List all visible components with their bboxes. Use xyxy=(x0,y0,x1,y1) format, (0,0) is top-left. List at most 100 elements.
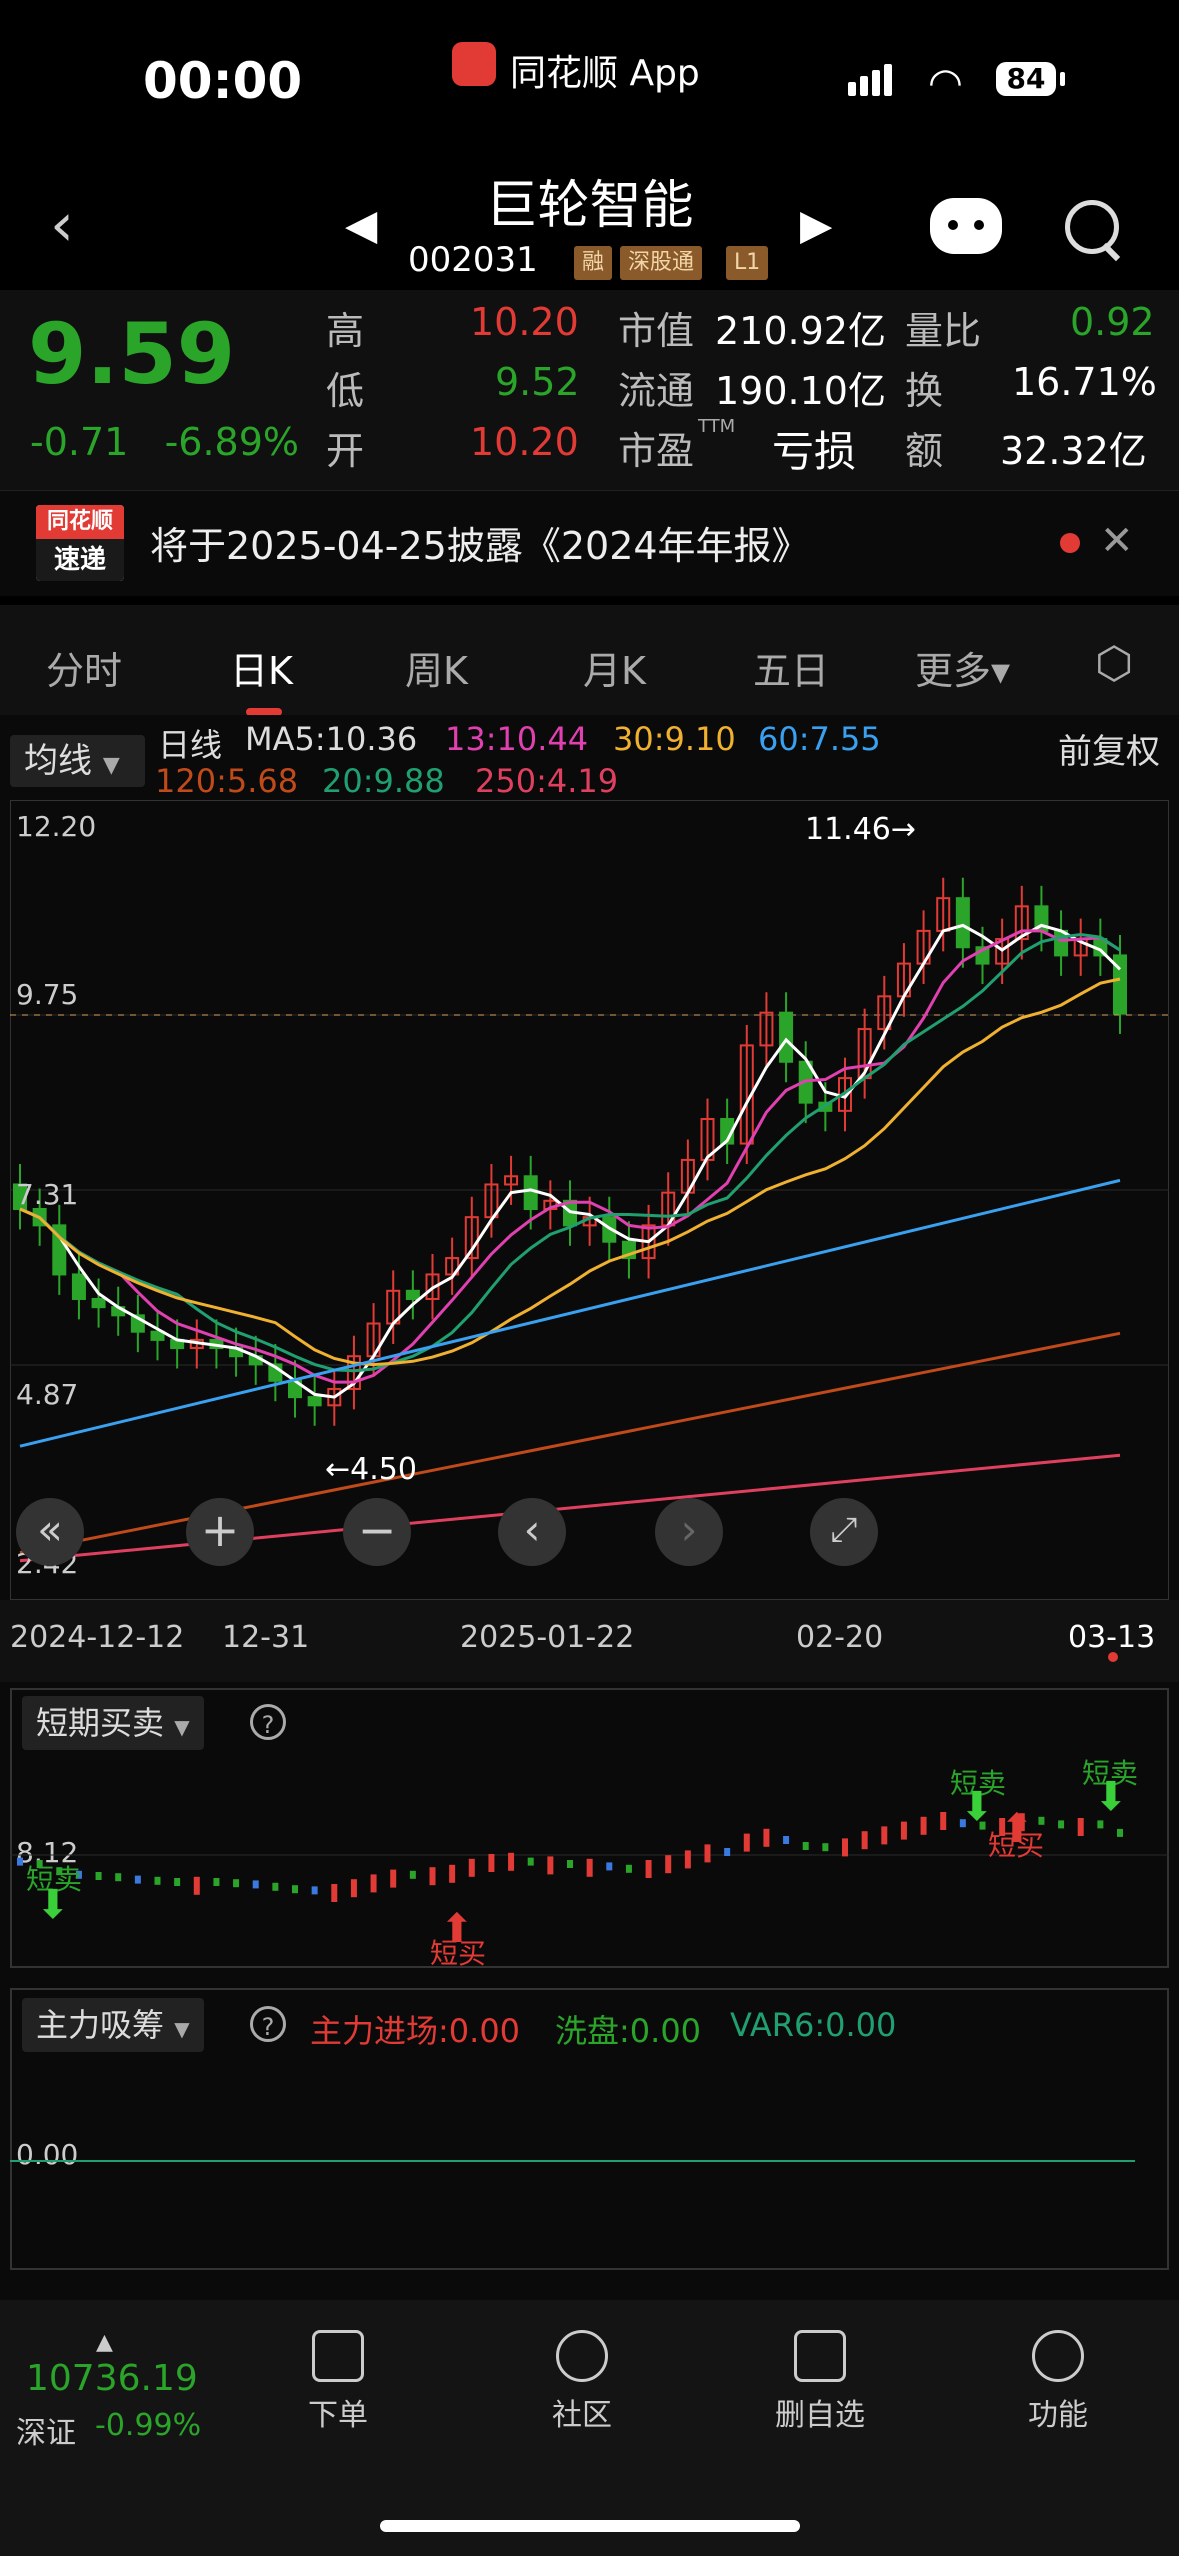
date-3: 2025-01-22 xyxy=(460,1620,635,1655)
date-2: 12-31 xyxy=(222,1620,310,1655)
last-price: 9.59 xyxy=(28,305,236,403)
wifi-icon: ◠ xyxy=(928,60,963,106)
sub1-bar xyxy=(449,1864,456,1883)
ma-button-label: 均线 xyxy=(24,741,92,781)
candle xyxy=(91,1297,106,1309)
date-4: 02-20 xyxy=(796,1620,884,1655)
help-icon-2[interactable]: ? xyxy=(250,2006,286,2042)
ma20-line xyxy=(19,932,1121,1373)
order-label: 下单 xyxy=(308,2398,368,2433)
kline-chart[interactable] xyxy=(10,800,1169,1600)
pe-sup: TTM xyxy=(698,416,736,437)
sell-arrow-1-icon: ⬇ xyxy=(36,1882,70,1928)
ma120-line xyxy=(19,1331,1121,1555)
tab-more[interactable]: 更多▾ xyxy=(915,640,1010,695)
assistant-robot-icon[interactable] xyxy=(930,198,1002,254)
minus-box-icon xyxy=(794,2330,846,2382)
sub1-bar xyxy=(292,1885,298,1894)
tab-five-day[interactable]: 五日 xyxy=(753,640,829,695)
sub1-bar xyxy=(174,1878,181,1886)
candle xyxy=(779,1011,794,1063)
sub1-bar xyxy=(842,1838,848,1857)
sub1-bar xyxy=(606,1862,613,1871)
unread-dot xyxy=(1060,533,1080,553)
status-app-name: 同花顺 App xyxy=(510,53,700,94)
float-value: 190.10亿 xyxy=(715,369,886,413)
sub1-bar xyxy=(331,1884,338,1902)
indicator-selector-2[interactable]: 主力吸筹 ▼ xyxy=(22,1998,204,2052)
sub1-bar xyxy=(213,1878,220,1886)
sub1-bar xyxy=(409,1870,416,1879)
home-indicator xyxy=(380,2520,800,2532)
help-icon[interactable]: ? xyxy=(250,1704,286,1740)
sub1-bar xyxy=(272,1882,279,1891)
remove-watchlist-button[interactable]: 删自选 xyxy=(760,2330,880,2434)
sub1-bar xyxy=(567,1860,573,1868)
scroll-right-icon[interactable]: › xyxy=(655,1498,723,1566)
tab-intraday[interactable]: 分时 xyxy=(46,640,122,695)
sub1-bar xyxy=(763,1828,770,1847)
fullscreen-icon[interactable]: ⤢ xyxy=(810,1498,878,1566)
sub1-bar xyxy=(1097,1820,1104,1829)
sub1-bar xyxy=(468,1858,475,1877)
tab-daily-k[interactable]: 日K xyxy=(230,640,293,695)
sub1-bar xyxy=(193,1876,200,1895)
sub1-bar xyxy=(920,1816,927,1835)
zoom-in-icon[interactable]: + xyxy=(186,1498,254,1566)
sub1-bar xyxy=(252,1880,259,1889)
vr-label: 量比 xyxy=(905,309,982,353)
sub1-bar xyxy=(743,1833,750,1852)
change-value: -0.71 xyxy=(30,420,129,464)
search-icon[interactable] xyxy=(1065,200,1119,254)
sell-arrow-3-icon: ⬇ xyxy=(1094,1774,1128,1820)
logo-top: 同花顺 xyxy=(36,505,124,539)
scroll-left-icon[interactable]: ‹ xyxy=(498,1498,566,1566)
functions-label: 功能 xyxy=(1028,2398,1088,2433)
zoom-out-icon[interactable]: − xyxy=(343,1498,411,1566)
sub2-zero-line xyxy=(10,2160,1135,2162)
turn-value: 16.71% xyxy=(1012,360,1157,404)
sub1-bar xyxy=(547,1856,554,1875)
tab-weekly-k[interactable]: 周K xyxy=(405,640,468,695)
ma120-value: 120:5.68 xyxy=(155,762,299,800)
ma-selector-button[interactable]: 均线 ▼ xyxy=(10,735,145,787)
index-up-arrow-icon: ▲ xyxy=(96,2330,113,2355)
menu-circle-icon xyxy=(1032,2330,1084,2382)
adjust-mode-button[interactable]: 前复权 xyxy=(1058,724,1160,773)
sub1-bar xyxy=(861,1831,868,1850)
ma250-value: 250:4.19 xyxy=(475,762,619,800)
sub1-bar xyxy=(940,1812,947,1830)
candle xyxy=(955,897,970,949)
low-value: 9.52 xyxy=(495,360,580,404)
mcap-value: 210.92亿 xyxy=(715,309,886,353)
index-value[interactable]: 10736.19 xyxy=(26,2358,198,2399)
candle xyxy=(307,1396,322,1407)
community-label: 社区 xyxy=(552,2398,612,2433)
zoom-out-fast-icon[interactable]: « xyxy=(16,1498,84,1566)
indicator-var6: VAR6:0.00 xyxy=(730,2006,897,2044)
change-percent: -6.89% xyxy=(164,420,300,464)
remove-watchlist-label: 删自选 xyxy=(775,2398,865,2433)
star-badge-icon xyxy=(556,2330,608,2382)
y-tick-3: 7.31 xyxy=(16,1178,79,1211)
sub1-bar xyxy=(645,1860,652,1878)
close-icon[interactable]: ✕ xyxy=(1100,518,1134,564)
community-button[interactable]: 社区 xyxy=(522,2330,642,2434)
sub1-bars xyxy=(17,1812,1123,1902)
functions-button[interactable]: 功能 xyxy=(998,2330,1118,2434)
sub1-bar xyxy=(783,1836,790,1844)
indicator-selector-1[interactable]: 短期买卖 ▼ xyxy=(22,1696,204,1750)
date-1: 2024-12-12 xyxy=(10,1620,185,1655)
announcement-text[interactable]: 将于2025-04-25披露《2024年年报》 xyxy=(150,515,810,570)
high-value: 10.20 xyxy=(470,300,579,344)
sub1-bar xyxy=(370,1874,377,1893)
float-label: 流通 xyxy=(618,369,695,413)
candle xyxy=(71,1273,86,1300)
sub1-bar xyxy=(704,1844,711,1863)
settings-hexagon-icon[interactable]: ⬡ xyxy=(1095,638,1133,689)
mcap-label: 市值 xyxy=(618,309,695,353)
ma13-value: 13:10.44 xyxy=(445,720,589,758)
order-button[interactable]: 下单 xyxy=(278,2330,398,2434)
tab-monthly-k[interactable]: 月K xyxy=(583,640,646,695)
stock-name: 巨轮智能 xyxy=(485,176,694,236)
